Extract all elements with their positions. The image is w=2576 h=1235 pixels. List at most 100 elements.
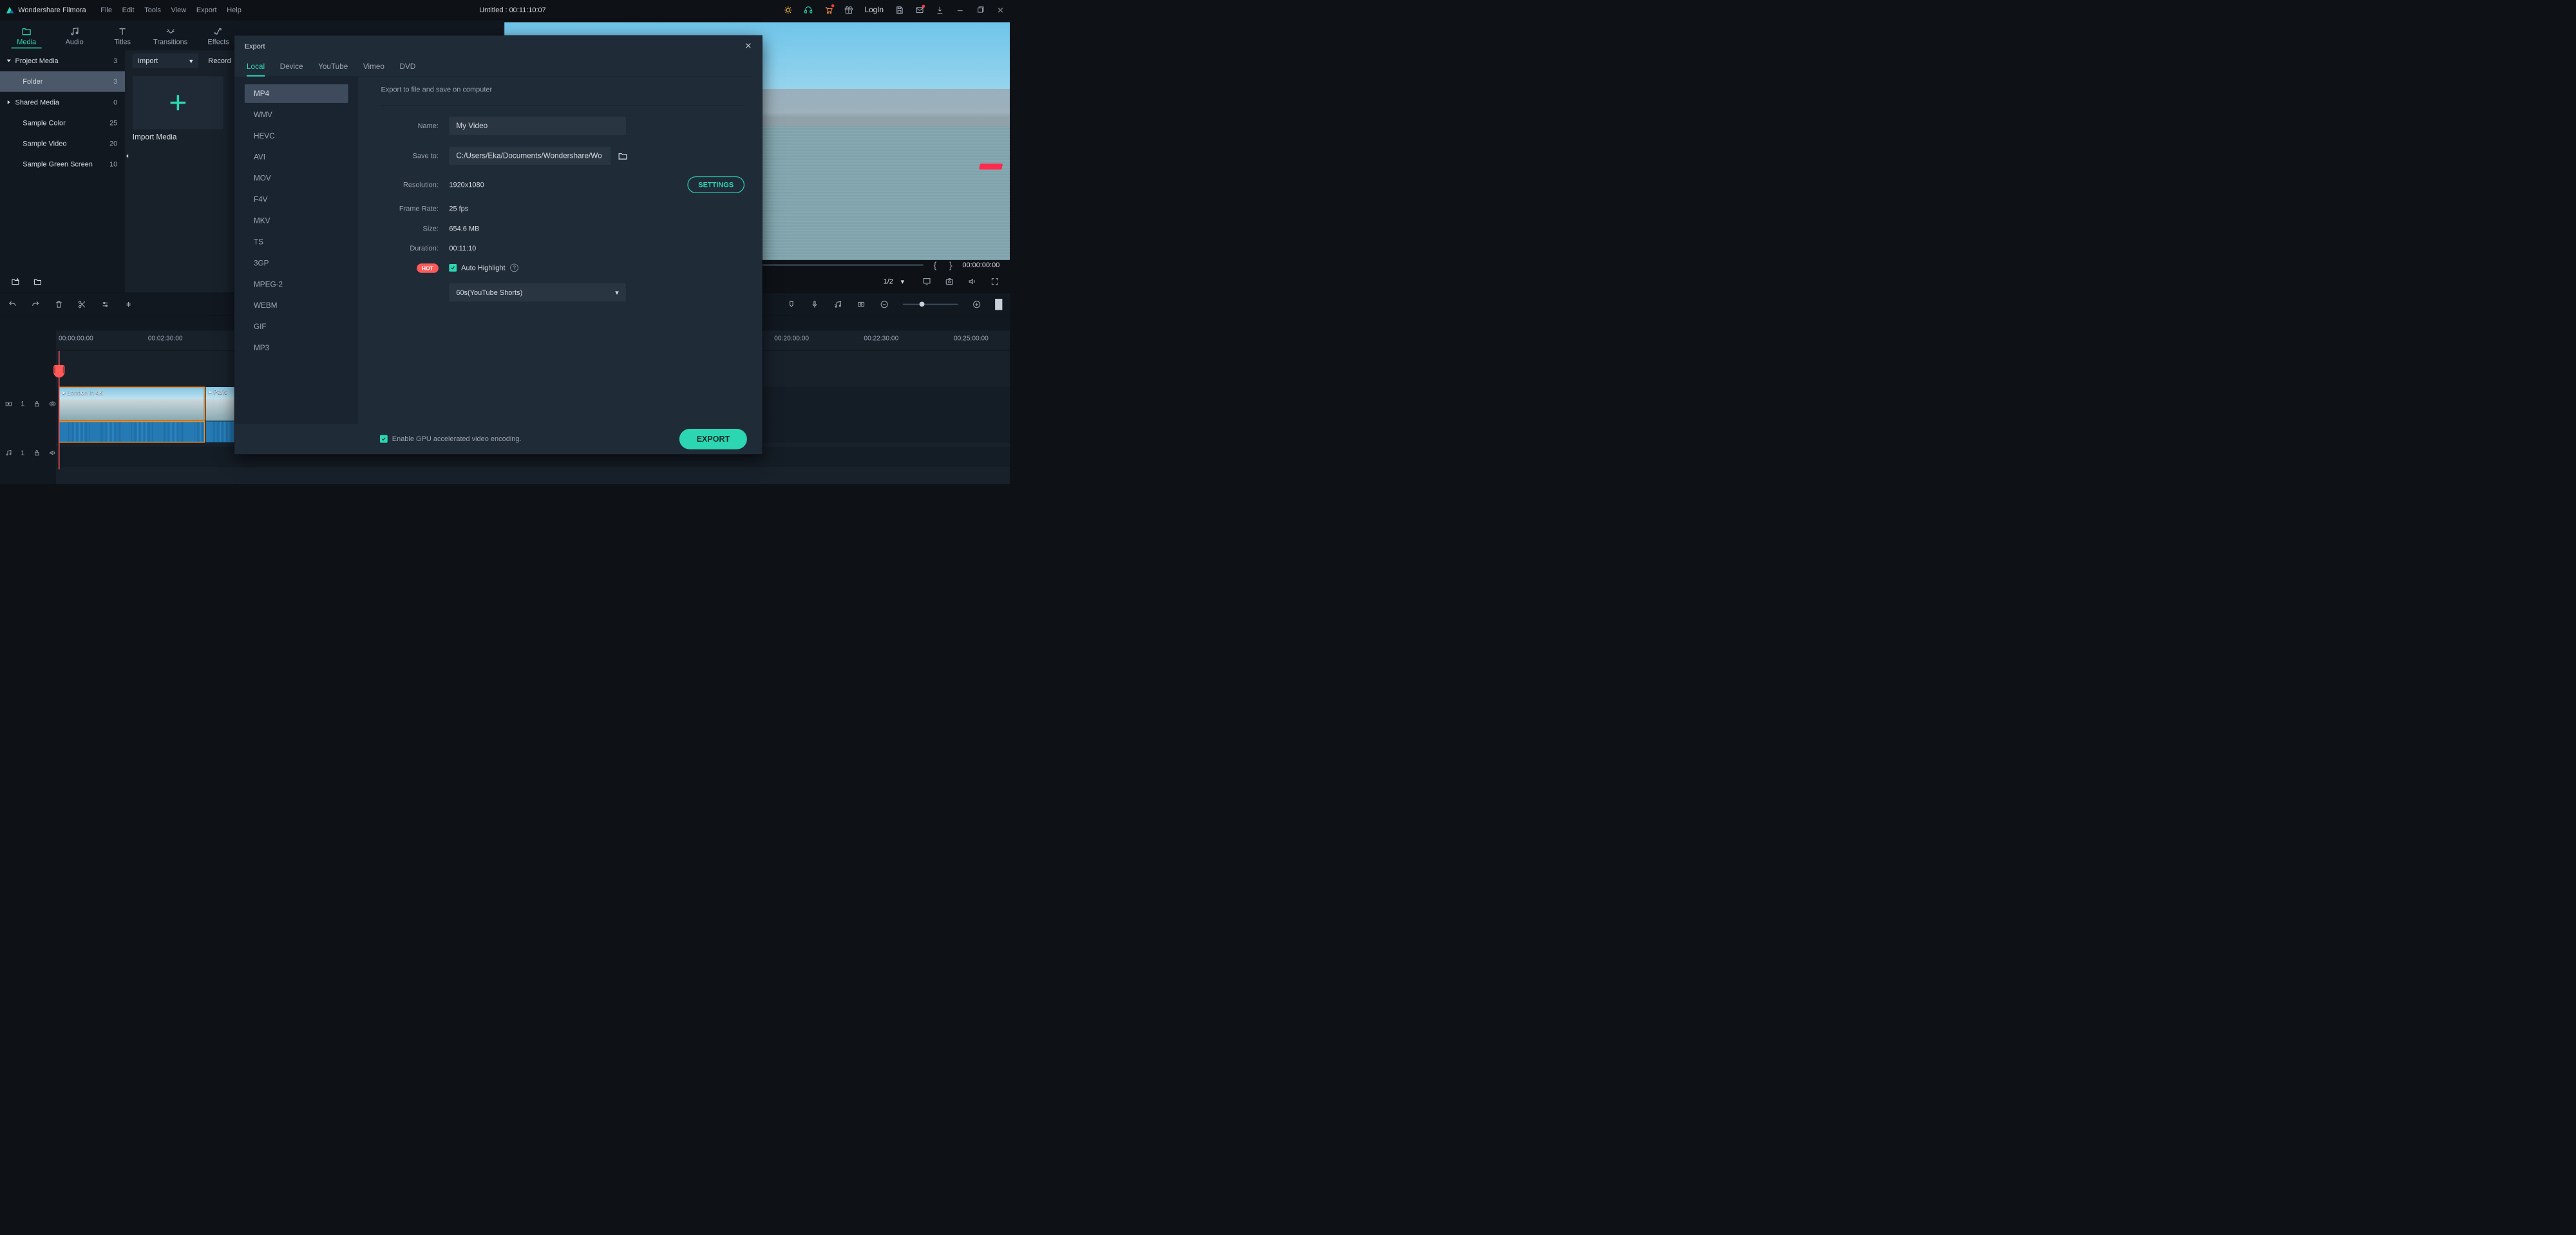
adjust-icon[interactable] xyxy=(100,299,110,309)
timeline-clip[interactable]: ▸ London in 4K xyxy=(59,387,205,421)
audio-beat-icon[interactable] xyxy=(124,299,133,309)
tips-icon[interactable] xyxy=(784,6,792,14)
cat-shared-media[interactable]: Shared Media0 xyxy=(0,92,125,113)
import-dropdown[interactable]: Import▾ xyxy=(133,53,198,68)
format-avi[interactable]: AVI xyxy=(245,148,348,167)
cat-sample-color[interactable]: Sample Color25 xyxy=(0,113,125,133)
menu-help[interactable]: Help xyxy=(227,6,242,14)
fullscreen-icon[interactable] xyxy=(990,277,999,287)
gift-icon[interactable] xyxy=(844,6,853,14)
mark-out-icon[interactable]: } xyxy=(947,259,955,270)
menu-export[interactable]: Export xyxy=(196,6,217,14)
window-minimize-icon[interactable] xyxy=(956,6,964,14)
format-3gp[interactable]: 3GP xyxy=(245,254,348,272)
export-tab-vimeo[interactable]: Vimeo xyxy=(363,62,384,77)
export-tab-device[interactable]: Device xyxy=(280,62,303,77)
save-icon[interactable] xyxy=(895,6,904,14)
split-icon[interactable] xyxy=(77,299,87,309)
export-tab-dvd[interactable]: DVD xyxy=(399,62,415,77)
snapshot-icon[interactable] xyxy=(945,277,954,287)
format-webm[interactable]: WEBM xyxy=(245,296,348,315)
delete-icon[interactable] xyxy=(54,299,64,309)
format-mp3[interactable]: MP3 xyxy=(245,339,348,357)
cat-sample-green-screen[interactable]: Sample Green Screen10 xyxy=(0,154,125,174)
support-icon[interactable] xyxy=(804,6,812,14)
zoom-slider[interactable] xyxy=(903,303,958,305)
audio-mixer-icon[interactable] xyxy=(833,299,843,309)
export-confirm-button[interactable]: EXPORT xyxy=(679,429,747,449)
export-tabs: Local Device YouTube Vimeo DVD xyxy=(234,57,762,77)
format-f4v[interactable]: F4V xyxy=(245,191,348,209)
login-link[interactable]: LogIn xyxy=(865,6,884,14)
menu-file[interactable]: File xyxy=(100,6,112,14)
browse-folder-icon[interactable] xyxy=(615,148,630,164)
import-media-tile[interactable] xyxy=(133,76,223,129)
format-hevc[interactable]: HEVC xyxy=(245,127,348,146)
format-mp4[interactable]: MP4 xyxy=(245,84,348,103)
playhead[interactable] xyxy=(59,351,60,469)
eye-icon[interactable] xyxy=(49,401,56,408)
menu-tools[interactable]: Tools xyxy=(144,6,161,14)
mark-in-icon[interactable]: { xyxy=(931,259,940,270)
tab-media[interactable]: Media xyxy=(3,23,50,50)
tab-transitions[interactable]: Transitions xyxy=(146,23,194,50)
cat-folder[interactable]: Folder3 xyxy=(0,71,125,92)
marker-icon[interactable] xyxy=(786,299,796,309)
hot-badge-wrap: HOT xyxy=(381,264,450,272)
new-folder-icon[interactable] xyxy=(33,277,43,287)
help-icon[interactable]: ? xyxy=(510,264,518,272)
cat-project-media[interactable]: Project Media3 xyxy=(0,50,125,71)
cart-icon[interactable] xyxy=(824,6,833,14)
tab-titles[interactable]: Titles xyxy=(99,23,146,50)
sidebar-collapse-icon[interactable] xyxy=(125,151,129,160)
export-settings-button[interactable]: SETTINGS xyxy=(687,176,744,193)
row-resolution: Resolution: 1920x1080 SETTINGS xyxy=(381,176,744,193)
voiceover-icon[interactable] xyxy=(810,299,820,309)
volume-icon[interactable] xyxy=(967,277,977,287)
undo-icon[interactable] xyxy=(8,299,17,309)
export-path-input[interactable] xyxy=(449,147,611,165)
format-mkv[interactable]: MKV xyxy=(245,211,348,230)
highlight-option-select[interactable]: 60s(YouTube Shorts) ▾ xyxy=(449,283,625,301)
export-tab-youtube[interactable]: YouTube xyxy=(318,62,348,77)
lock-icon[interactable] xyxy=(33,401,41,408)
gpu-checkbox[interactable] xyxy=(380,435,388,443)
format-wmv[interactable]: WMV xyxy=(245,106,348,124)
playhead-handle[interactable] xyxy=(53,365,64,378)
preview-display-icon[interactable] xyxy=(922,277,932,287)
zoom-out-icon[interactable] xyxy=(880,299,889,309)
menu-view[interactable]: View xyxy=(171,6,187,14)
auto-highlight-checkbox[interactable] xyxy=(449,264,457,272)
download-icon[interactable] xyxy=(936,6,944,14)
window-close-icon[interactable] xyxy=(996,6,1005,14)
window-maximize-icon[interactable] xyxy=(976,6,984,14)
format-mpeg-2[interactable]: MPEG-2 xyxy=(245,275,348,294)
format-mov[interactable]: MOV xyxy=(245,169,348,188)
menu-edit[interactable]: Edit xyxy=(122,6,135,14)
timeline-audio-clip[interactable] xyxy=(59,421,205,443)
keyframe-icon[interactable] xyxy=(857,299,866,309)
cat-count: 20 xyxy=(109,140,117,148)
audio-track-header[interactable]: 1 xyxy=(0,443,56,463)
export-tab-local[interactable]: Local xyxy=(247,62,265,77)
app-logo: Wondershare Filmora xyxy=(5,5,86,14)
redo-icon[interactable] xyxy=(31,299,41,309)
zoom-in-icon[interactable] xyxy=(972,299,981,309)
cat-label: Sample Video xyxy=(23,140,104,148)
play-pause-button[interactable] xyxy=(995,299,1002,310)
document-title: Untitled : 00:11:10:07 xyxy=(249,6,777,14)
new-folder-plus-icon[interactable] xyxy=(10,277,20,287)
format-gif[interactable]: GIF xyxy=(245,317,348,336)
dialog-close-icon[interactable] xyxy=(744,42,752,52)
hot-badge: HOT xyxy=(417,263,439,273)
messages-icon[interactable] xyxy=(915,6,923,14)
format-ts[interactable]: TS xyxy=(245,232,348,251)
video-track-header[interactable]: 1 xyxy=(0,387,56,421)
lock-icon[interactable] xyxy=(33,449,41,457)
cat-sample-video[interactable]: Sample Video 20 xyxy=(0,133,125,154)
preview-ratio-dropdown[interactable]: 1/2▾ xyxy=(879,276,909,287)
speaker-icon[interactable] xyxy=(49,449,56,457)
tab-audio[interactable]: Audio xyxy=(50,23,98,50)
record-dropdown[interactable]: Record xyxy=(205,53,231,68)
export-name-input[interactable] xyxy=(449,117,625,135)
